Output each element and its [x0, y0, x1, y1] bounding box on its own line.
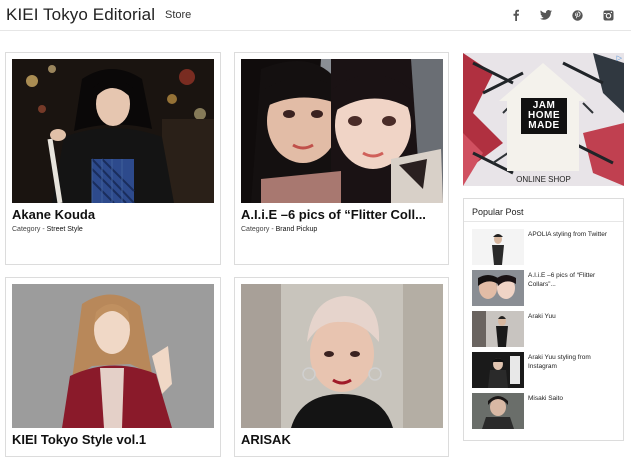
site-title[interactable]: KIEI Tokyo Editorial: [6, 5, 155, 25]
popular-post-item[interactable]: Araki Yuu styling from Instagram: [472, 352, 622, 388]
popular-post-item[interactable]: A.I.i.E –6 pics of “Flitter Collars”...: [472, 270, 622, 306]
popular-post-title[interactable]: APOLIA styling from Twitter: [528, 230, 620, 239]
sidebar-divider: [464, 221, 623, 222]
ad-brand-line: MADE: [528, 120, 560, 131]
post-image[interactable]: [241, 59, 443, 203]
nav-store-link[interactable]: Store: [165, 9, 191, 21]
post-card[interactable]: A.I.i.E –6 pics of “Flitter Coll... Cate…: [234, 52, 449, 265]
sidebar-title: Popular Post: [472, 207, 524, 217]
post-title[interactable]: A.I.i.E –6 pics of “Flitter Coll...: [241, 207, 445, 222]
popular-post-title[interactable]: Misaki Saito: [528, 394, 620, 403]
pinterest-icon[interactable]: [570, 8, 584, 22]
post-image[interactable]: [241, 284, 443, 428]
post-category: Category - Street Style: [12, 226, 83, 233]
post-card[interactable]: KIEI Tokyo Style vol.1: [5, 277, 221, 457]
popular-post-thumbnail[interactable]: [472, 229, 524, 265]
ad-brand-text: JAM HOME MADE: [524, 101, 564, 131]
post-image[interactable]: [12, 284, 214, 428]
post-category-link[interactable]: Brand Pickup: [276, 226, 318, 233]
post-card[interactable]: ARISAK: [234, 277, 449, 457]
site-header: KIEI Tokyo Editorial Store: [0, 0, 631, 31]
twitter-icon[interactable]: [539, 8, 553, 22]
popular-post-title[interactable]: Araki Yuu: [528, 312, 620, 321]
popular-post-item[interactable]: APOLIA styling from Twitter: [472, 229, 622, 265]
facebook-icon[interactable]: [509, 8, 523, 22]
instagram-icon[interactable]: [601, 8, 615, 22]
popular-post-widget: Popular Post APOLIA styling from Twitter…: [463, 198, 624, 441]
popular-post-thumbnail[interactable]: [472, 270, 524, 306]
popular-post-item[interactable]: Misaki Saito: [472, 393, 622, 429]
popular-post-item[interactable]: Araki Yuu: [472, 311, 622, 347]
post-card[interactable]: Akane Kouda Category - Street Style: [5, 52, 221, 265]
advertisement-banner[interactable]: JAM HOME MADE ONLINE SHOP ▷: [463, 53, 624, 186]
popular-post-thumbnail[interactable]: [472, 311, 524, 347]
post-title[interactable]: ARISAK: [241, 432, 445, 447]
post-title[interactable]: KIEI Tokyo Style vol.1: [12, 432, 216, 447]
post-title[interactable]: Akane Kouda: [12, 207, 216, 222]
popular-post-title[interactable]: A.I.i.E –6 pics of “Flitter Collars”...: [528, 271, 620, 290]
post-category-prefix: Category -: [241, 226, 276, 233]
ad-info-icon[interactable]: ▷: [617, 54, 622, 62]
post-image[interactable]: [12, 59, 214, 203]
post-category-prefix: Category -: [12, 226, 47, 233]
post-category: Category - Brand Pickup: [241, 226, 317, 233]
ad-label: ONLINE SHOP: [516, 175, 571, 184]
popular-post-title[interactable]: Araki Yuu styling from Instagram: [528, 353, 620, 372]
popular-post-thumbnail[interactable]: [472, 352, 524, 388]
post-category-link[interactable]: Street Style: [47, 226, 83, 233]
popular-post-thumbnail[interactable]: [472, 393, 524, 429]
